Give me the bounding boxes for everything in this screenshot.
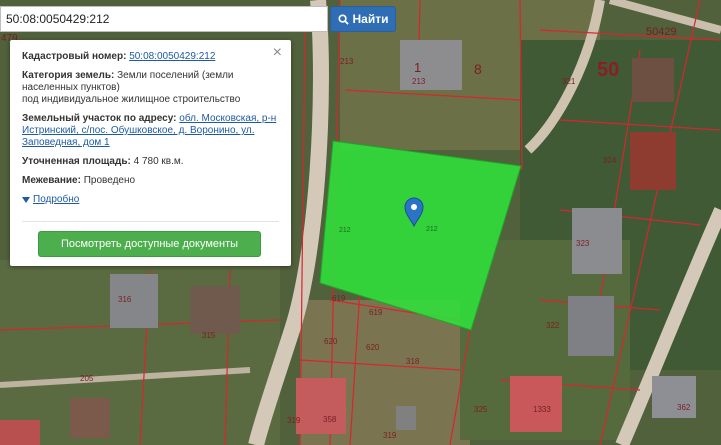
more-details-link[interactable]: Подробно	[22, 194, 278, 206]
parcel-label: 319	[383, 431, 397, 440]
survey-value: Проведено	[83, 175, 136, 186]
parcel-label: 323	[576, 239, 590, 248]
parcel-label: 362	[677, 403, 691, 412]
search-input[interactable]	[0, 6, 328, 32]
parcel-label: 213	[412, 77, 426, 86]
parcel-label: 321	[562, 77, 576, 86]
house	[568, 296, 614, 356]
survey-label: Межевание:	[22, 175, 81, 186]
area-label: Уточненная площадь:	[22, 156, 131, 167]
house	[70, 398, 110, 438]
parcel-label: 8	[474, 61, 482, 77]
house	[0, 420, 40, 445]
search-icon	[337, 13, 349, 25]
parcel-label: 325	[474, 405, 488, 414]
parcel-label: 316	[118, 295, 132, 304]
map-block-code: 50429	[646, 26, 677, 38]
category-row: Категория земель: Земли поселений (земли…	[22, 70, 278, 106]
category-label: Категория земель:	[22, 70, 115, 81]
survey-row: Межевание: Проведено	[22, 175, 278, 187]
house	[632, 58, 674, 102]
parcel-label: 205	[80, 374, 94, 383]
house	[510, 376, 562, 432]
house	[396, 406, 416, 430]
parcel-label: 620	[324, 337, 338, 346]
panel-divider	[22, 221, 279, 222]
parcel-label: 213	[340, 57, 354, 66]
parcel-label: 324	[603, 156, 617, 165]
parcel-label: 1	[414, 60, 421, 75]
area-row: Уточненная площадь: 4 780 кв.м.	[22, 156, 278, 168]
usage-value: под индивидуальное жилищное строительств…	[22, 94, 241, 105]
parcel-label: 358	[323, 415, 337, 424]
parcel-label: 620	[366, 343, 380, 352]
parcel-label: 318	[406, 357, 420, 366]
cadastral-row: Кадастровый номер: 50:08:0050429:212	[22, 51, 278, 63]
parcel-label: 619	[369, 308, 383, 317]
parcel-label: 315	[202, 331, 216, 340]
house	[630, 132, 676, 190]
cadastral-label: Кадастровый номер:	[22, 51, 127, 62]
search-button[interactable]: Найти	[330, 6, 396, 32]
parcel-label: 319	[287, 416, 301, 425]
more-details-label: Подробно	[33, 194, 80, 205]
area-value: 4 780 кв.м.	[133, 156, 184, 167]
parcel-label: 212	[339, 227, 351, 234]
map-block-number: 50	[597, 59, 619, 81]
address-label: Земельный участок по адресу:	[22, 113, 177, 124]
cadastral-link[interactable]: 50:08:0050429:212	[129, 51, 215, 62]
parcel-label: 1333	[533, 405, 551, 414]
search-button-label: Найти	[352, 12, 389, 26]
triangle-down-icon	[22, 197, 30, 203]
parcel-label: 212	[426, 226, 438, 233]
house	[190, 286, 240, 334]
address-row: Земельный участок по адресу: обл. Москов…	[22, 113, 278, 149]
house	[400, 40, 462, 90]
parcel-info-panel: × Кадастровый номер: 50:08:0050429:212 К…	[10, 40, 291, 266]
house	[296, 378, 346, 434]
parcel-label: 322	[546, 321, 560, 330]
parcel-label: 619	[332, 294, 346, 303]
view-documents-button[interactable]: Посмотреть доступные документы	[38, 231, 261, 257]
